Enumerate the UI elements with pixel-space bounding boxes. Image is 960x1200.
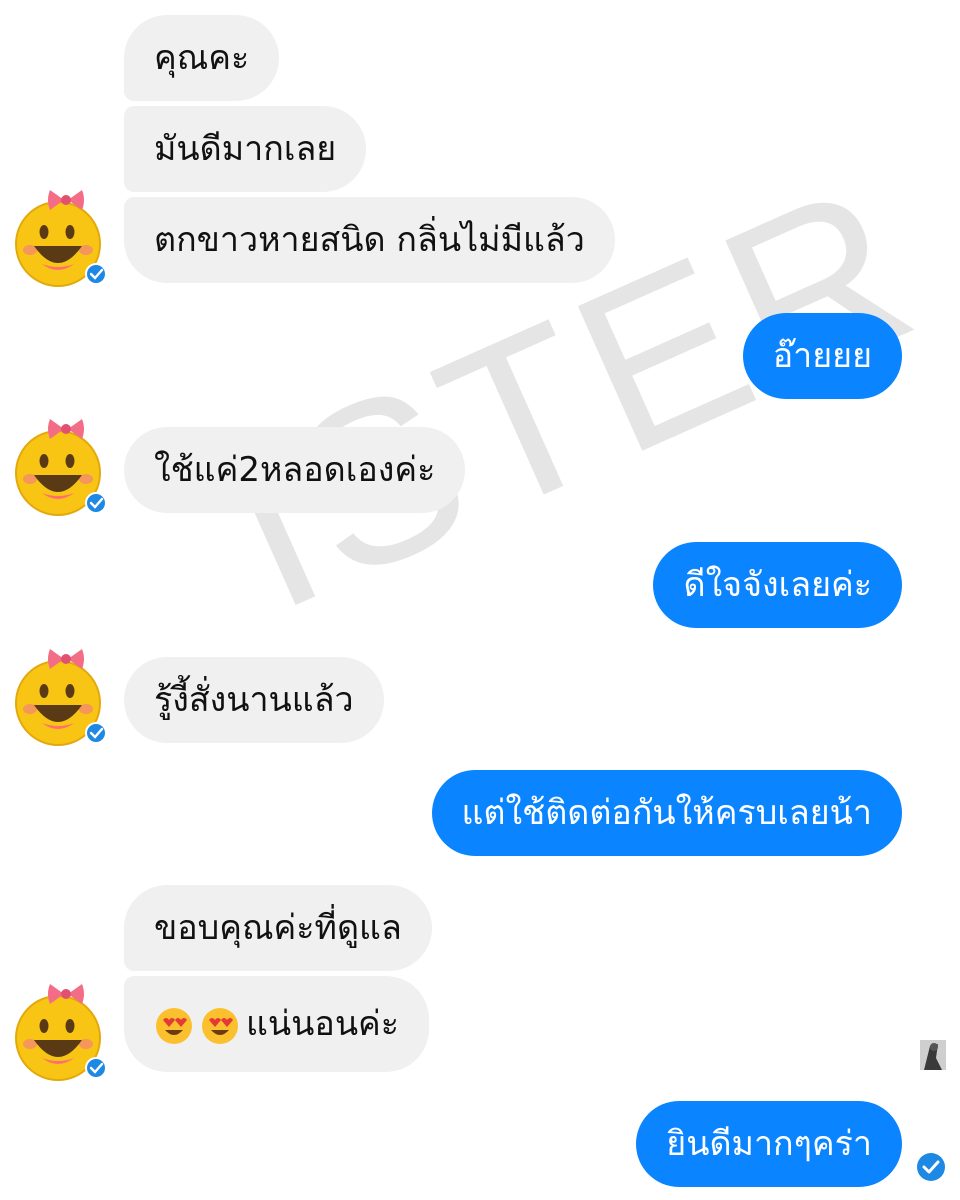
incoming-message: ขอบคุณค่ะที่ดูแล bbox=[124, 885, 432, 971]
delivered-check-icon bbox=[917, 1153, 945, 1181]
incoming-message: มันดีมากเลย bbox=[124, 106, 367, 192]
incoming-message: รู้งี้สั่งนานแล้ว bbox=[124, 657, 384, 743]
outgoing-message: แต่ใช้ติดต่อกันให้ครบเลยน้า bbox=[431, 770, 902, 856]
smiling-face-with-bow-avatar[interactable] bbox=[12, 982, 108, 1082]
incoming-message: ใช้แค่2หลอดเองค่ะ bbox=[124, 427, 466, 513]
smiling-face-with-bow-avatar[interactable] bbox=[12, 417, 108, 517]
message-text: แน่นอนค่ะ bbox=[246, 1004, 400, 1044]
outgoing-message: อ๊ายยย bbox=[742, 313, 902, 399]
outgoing-message: ดีใจจังเลยค่ะ bbox=[653, 542, 902, 628]
smiling-face-with-bow-avatar[interactable] bbox=[12, 647, 108, 747]
incoming-message: คุณคะ bbox=[124, 15, 280, 101]
incoming-message: แน่นอนค่ะ bbox=[124, 976, 430, 1072]
seen-avatar-thumbnail bbox=[920, 1040, 946, 1070]
heart-eyes-emoji bbox=[154, 1006, 194, 1046]
incoming-message: ตกขาวหายสนิด กลิ่นไม่มีแล้ว bbox=[124, 197, 615, 283]
smiling-face-with-bow-avatar[interactable] bbox=[12, 188, 108, 288]
outgoing-message: ยินดีมากๆคร่า bbox=[636, 1101, 902, 1187]
heart-eyes-emoji bbox=[200, 1006, 240, 1046]
